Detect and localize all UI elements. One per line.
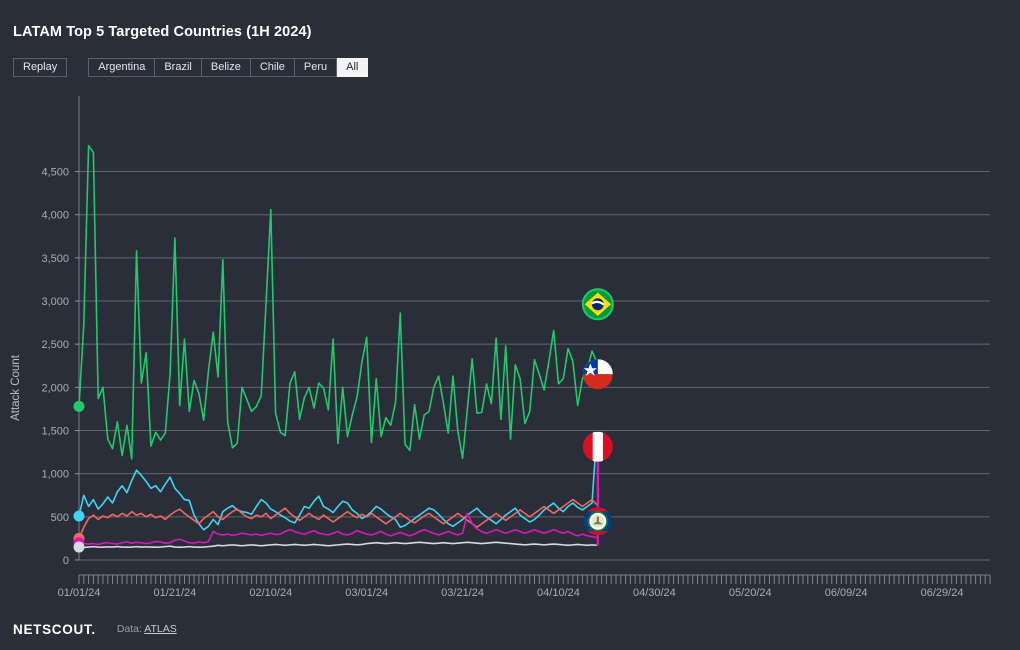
y-tick-label: 500	[51, 512, 69, 524]
y-tick-label: 3,500	[41, 253, 69, 265]
y-tick-label: 1,500	[41, 426, 69, 438]
y-tick-label: 4,000	[41, 210, 69, 222]
series-line-brazil	[78, 144, 598, 460]
y-tick-label: 2,500	[41, 339, 69, 351]
country-button-argentina[interactable]: Argentina	[88, 58, 156, 77]
x-tick-label: 02/10/24	[249, 587, 292, 599]
control-button-row: Replay Argentina Brazil Belize Chile Peru All	[13, 58, 369, 77]
peru-flag-marker[interactable]	[582, 431, 613, 462]
replay-button[interactable]: Replay	[13, 58, 68, 77]
country-button-belize[interactable]: Belize	[201, 58, 251, 77]
country-button-brazil[interactable]: Brazil	[155, 58, 202, 77]
brazil-flag-marker[interactable]	[581, 288, 614, 321]
x-tick-label: 01/01/24	[58, 587, 101, 599]
data-source-prefix: Data:	[116, 623, 142, 635]
series-line-belize	[78, 541, 597, 549]
page-title: LATAM Top 5 Targeted Countries (1H 2024)	[13, 24, 312, 40]
x-tick-label: 01/21/24	[153, 587, 196, 599]
atlas-link[interactable]: ATLAS	[144, 623, 176, 635]
series-start-dot-chile	[73, 510, 85, 522]
data-source-note: Data: ATLAS	[117, 623, 177, 635]
chart-svg: 0 500 1,000 1,500 2,000 2,500 3,000 3,500 4,000 4…	[41, 96, 991, 599]
country-button-all[interactable]: All	[337, 58, 369, 77]
netscout-logo: NETSCOUT.	[13, 621, 96, 637]
x-tick-label: 05/20/24	[729, 587, 772, 599]
x-tick-label: 04/30/24	[633, 587, 676, 599]
chart-plot-area: Attack Count 0 500 1,000 1,500 2,000 2,500 3,0…	[0, 88, 1020, 600]
x-tick-label: 06/09/24	[825, 587, 868, 599]
chart-page: LATAM Top 5 Targeted Countries (1H 2024)…	[0, 0, 1020, 650]
y-axis-label: Attack Count	[10, 355, 22, 421]
series-start-dot-brazil	[73, 400, 85, 412]
y-tick-label: 0	[63, 555, 69, 567]
x-tick-label: 03/21/24	[441, 587, 484, 599]
y-tick-label: 3,000	[41, 296, 69, 308]
y-tick-label: 1,000	[41, 469, 69, 481]
y-tick-label: 2,000	[41, 382, 69, 394]
y-tick-label: 4,500	[41, 167, 69, 179]
country-button-peru[interactable]: Peru	[294, 58, 338, 77]
series-line-chile	[78, 432, 598, 531]
belize-flag-marker[interactable]	[583, 507, 612, 536]
chile-flag-marker[interactable]	[582, 359, 613, 390]
x-tick-label: 03/01/24	[345, 587, 388, 599]
footer: NETSCOUT. Data: ATLAS	[0, 608, 1020, 650]
country-filter-group: Argentina Brazil Belize Chile Peru All	[88, 58, 369, 77]
x-tick-label: 06/29/24	[921, 587, 964, 599]
country-button-chile[interactable]: Chile	[250, 58, 295, 77]
x-tick-label: 04/10/24	[537, 587, 580, 599]
series-start-dot-belize	[73, 541, 85, 553]
